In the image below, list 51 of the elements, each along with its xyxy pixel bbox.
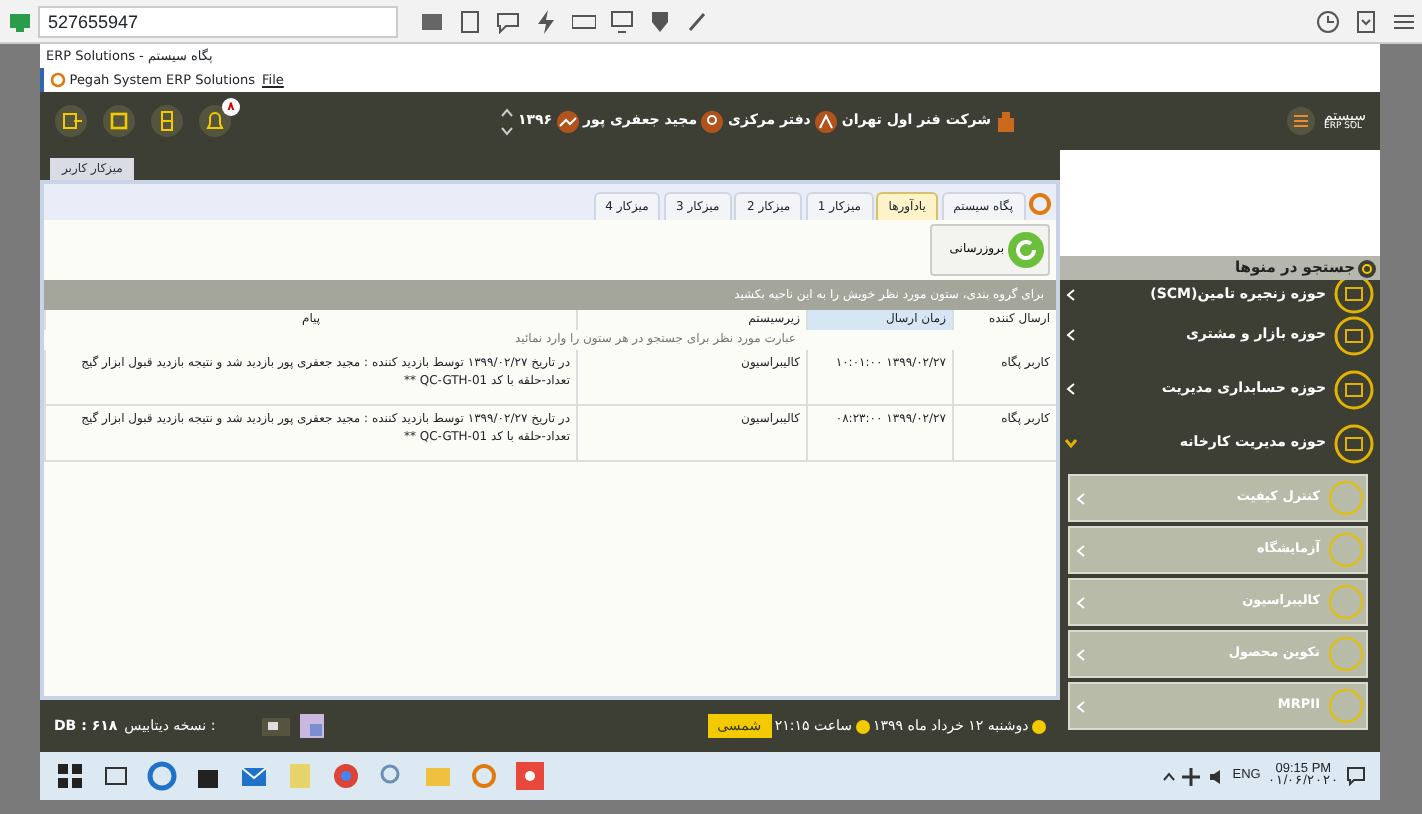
speaker-icon[interactable] <box>1207 767 1226 785</box>
download-icon[interactable] <box>1353 9 1377 33</box>
shield-icon[interactable] <box>647 9 671 33</box>
menu-icon[interactable] <box>1286 106 1317 136</box>
monitor-icon[interactable] <box>7 9 31 33</box>
address-field[interactable]: 527655947 <box>38 5 398 37</box>
category-icon <box>1333 423 1373 463</box>
chat-icon[interactable] <box>495 9 519 33</box>
chevron-left-icon <box>1073 647 1086 661</box>
module-icon <box>1327 584 1363 620</box>
chart-icon <box>555 109 580 133</box>
pen-icon[interactable] <box>685 9 709 33</box>
module-icon <box>1327 480 1363 516</box>
category-icon <box>1333 280 1373 314</box>
lightning-icon[interactable] <box>533 9 557 33</box>
office-icon <box>814 109 839 133</box>
module-icon <box>1327 636 1363 672</box>
chevron-left-icon <box>1073 491 1086 505</box>
windows-start-icon[interactable] <box>54 760 86 792</box>
up-down-arrows-icon[interactable] <box>500 105 515 137</box>
search-icon[interactable] <box>1358 259 1377 277</box>
notification-icon[interactable] <box>1346 766 1366 786</box>
app-logo-icon <box>50 72 66 88</box>
minimize-icon[interactable] <box>150 104 184 138</box>
history-icon[interactable] <box>1315 9 1339 33</box>
category-icon <box>1333 369 1373 409</box>
refresh-icon <box>1007 231 1044 268</box>
category-icon <box>1333 315 1373 355</box>
dot-icon <box>1032 719 1046 733</box>
network-icon[interactable] <box>1182 767 1201 785</box>
screen-icon[interactable] <box>419 9 443 33</box>
module-icon <box>1327 688 1363 724</box>
refresh-icon[interactable] <box>102 104 136 138</box>
bell-icon[interactable] <box>198 104 232 138</box>
module-icon <box>1327 532 1363 568</box>
chevron-up-icon[interactable] <box>1161 769 1176 783</box>
browser-icon[interactable] <box>146 760 178 792</box>
chevron-left-icon <box>1073 595 1086 609</box>
logo-icon <box>1028 192 1053 216</box>
chrome-icon[interactable] <box>330 760 362 792</box>
document-icon[interactable] <box>457 9 481 33</box>
chevron-left-icon <box>1073 699 1086 713</box>
display-icon[interactable] <box>609 9 633 33</box>
chevron-left-icon <box>1073 543 1086 557</box>
dot-icon <box>855 719 870 733</box>
exit-icon[interactable] <box>54 104 88 138</box>
menu-icon[interactable] <box>1391 9 1415 33</box>
record-icon[interactable] <box>514 760 546 792</box>
user-icon <box>700 109 725 133</box>
windows-icon[interactable] <box>262 716 291 736</box>
building-icon <box>994 109 1019 133</box>
